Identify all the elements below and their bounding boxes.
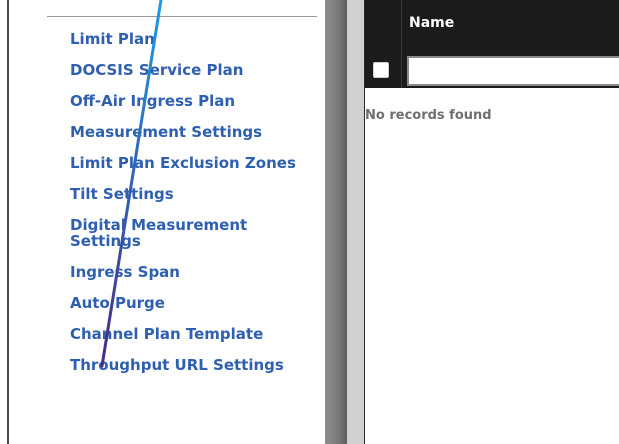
records-grid: Name No records found [364,0,619,444]
menu-divider [47,16,317,17]
menu-item-measurement-settings[interactable]: Measurement Settings [70,124,320,140]
menu-item-docsis-service-plan[interactable]: DOCSIS Service Plan [70,62,320,78]
settings-panel: Limit Plan DOCSIS Service Plan Off-Air I… [0,0,325,444]
splitter-gutter [347,0,364,444]
menu-item-limit-plan-exclusion-zones[interactable]: Limit Plan Exclusion Zones [70,155,320,171]
menu-item-off-air-ingress-plan[interactable]: Off-Air Ingress Plan [70,93,320,109]
header-column-separator [401,0,402,88]
empty-state-message: No records found [365,108,492,123]
menu-item-limit-plan[interactable]: Limit Plan [70,31,320,47]
panel-border [7,0,9,444]
menu-item-channel-plan-template[interactable]: Channel Plan Template [70,326,320,342]
menu-item-tilt-settings[interactable]: Tilt Settings [70,186,320,202]
settings-menu: Limit Plan DOCSIS Service Plan Off-Air I… [70,31,320,388]
column-header-name[interactable]: Name [409,15,454,31]
select-all-checkbox[interactable] [373,62,389,78]
menu-item-digital-measurement-settings[interactable]: Digital Measurement Settings [70,217,250,249]
menu-item-ingress-span[interactable]: Ingress Span [70,264,320,280]
name-filter-input[interactable] [407,56,619,86]
panel-splitter[interactable] [325,0,347,444]
menu-item-throughput-url-settings[interactable]: Throughput URL Settings [70,357,320,373]
menu-item-auto-purge[interactable]: Auto Purge [70,295,320,311]
grid-header: Name [365,0,619,88]
